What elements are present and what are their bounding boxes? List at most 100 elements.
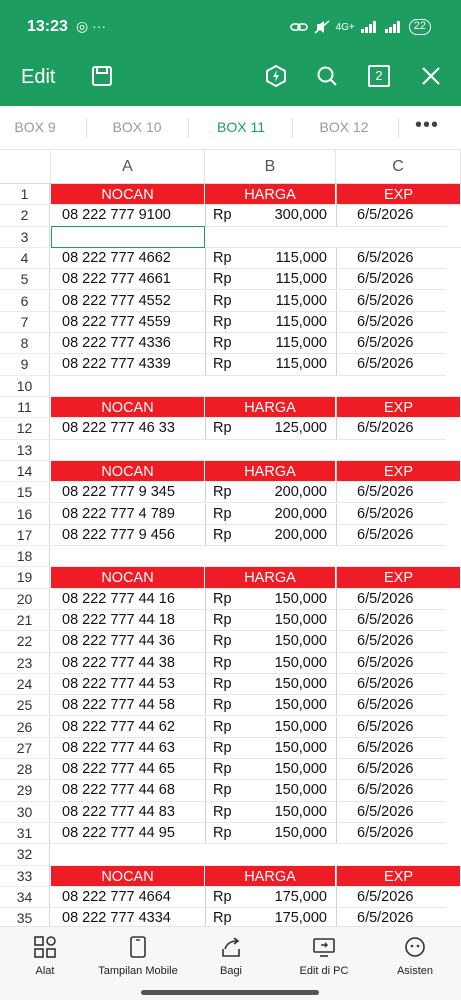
currency-cell[interactable]: Rp xyxy=(205,737,265,760)
assistant-button[interactable]: Asisten xyxy=(370,935,460,977)
currency-cell[interactable]: Rp xyxy=(205,482,265,504)
currency-cell[interactable]: Rp xyxy=(205,205,265,227)
currency-cell[interactable]: Rp xyxy=(205,503,265,525)
expiry-cell[interactable]: 6/5/2026 xyxy=(336,801,446,823)
number-cell[interactable]: 08 222 777 44 83 xyxy=(51,802,205,823)
expiry-cell[interactable]: 6/5/2026 xyxy=(336,354,446,376)
nocan-header-cell[interactable]: NOCAN xyxy=(51,567,205,589)
share-button[interactable]: Bagi xyxy=(186,935,276,977)
row-number[interactable]: 17 xyxy=(0,524,50,547)
currency-cell[interactable]: Rp xyxy=(205,631,265,653)
close-icon[interactable] xyxy=(417,62,445,90)
number-cell[interactable]: 08 222 777 44 95 xyxy=(51,823,205,845)
currency-cell[interactable]: Rp xyxy=(205,695,265,717)
nocan-header-cell[interactable]: NOCAN xyxy=(51,397,205,419)
exp-header-cell[interactable]: EXP xyxy=(336,865,461,887)
currency-cell[interactable]: Rp xyxy=(205,311,265,334)
nocan-header-cell[interactable]: NOCAN xyxy=(51,865,205,887)
row-number[interactable]: 10 xyxy=(0,375,50,397)
row-number[interactable]: 7 xyxy=(0,311,50,334)
harga-header-cell[interactable]: HARGA xyxy=(205,865,336,887)
expiry-cell[interactable]: 6/5/2026 xyxy=(336,269,446,291)
expiry-cell[interactable]: 6/5/2026 xyxy=(336,205,446,227)
expiry-cell[interactable]: 6/5/2026 xyxy=(336,652,446,674)
edit-button[interactable]: Edit xyxy=(21,66,55,89)
currency-cell[interactable]: Rp xyxy=(205,759,265,781)
expiry-cell[interactable]: 6/5/2026 xyxy=(336,823,446,845)
currency-cell[interactable]: Rp xyxy=(205,673,265,696)
row-number[interactable]: 22 xyxy=(0,631,50,653)
number-cell[interactable]: 08 222 777 4552 xyxy=(51,291,205,312)
expiry-cell[interactable]: 6/5/2026 xyxy=(336,418,446,440)
currency-cell[interactable]: Rp xyxy=(205,290,265,312)
number-cell[interactable]: 08 222 777 4661 xyxy=(51,269,205,291)
currency-cell[interactable]: Rp xyxy=(205,269,265,291)
row-number[interactable]: 16 xyxy=(0,503,50,525)
expiry-cell[interactable]: 6/5/2026 xyxy=(336,780,446,802)
expiry-cell[interactable]: 6/5/2026 xyxy=(336,610,446,632)
currency-cell[interactable]: Rp xyxy=(205,908,265,926)
row-number[interactable]: 1 xyxy=(0,184,50,206)
row-number[interactable]: 14 xyxy=(0,460,50,483)
row-number[interactable]: 24 xyxy=(0,673,50,696)
number-cell[interactable]: 08 222 777 44 68 xyxy=(51,780,205,802)
number-cell[interactable]: 08 222 777 44 58 xyxy=(51,695,205,717)
number-cell[interactable]: 08 222 777 44 36 xyxy=(51,631,205,653)
currency-cell[interactable]: Rp xyxy=(205,652,265,674)
expiry-cell[interactable]: 6/5/2026 xyxy=(336,588,446,610)
tools-button[interactable]: Alat xyxy=(0,935,90,977)
empty-cell[interactable] xyxy=(51,844,461,866)
empty-cell[interactable] xyxy=(51,376,461,397)
exp-header-cell[interactable]: EXP xyxy=(336,397,461,419)
expiry-cell[interactable]: 6/5/2026 xyxy=(336,886,446,909)
tab-box-12[interactable]: BOX 12 xyxy=(299,119,389,135)
smart-tools-icon[interactable] xyxy=(262,62,290,90)
tab-box-11[interactable]: BOX 11 xyxy=(196,119,286,135)
row-number[interactable]: 4 xyxy=(0,247,50,270)
exp-header-cell[interactable]: EXP xyxy=(336,460,461,483)
row-number[interactable]: 8 xyxy=(0,333,50,355)
tabs-count-button[interactable]: 2 xyxy=(365,62,393,90)
number-cell[interactable]: 08 222 777 4339 xyxy=(51,354,205,376)
number-cell[interactable]: 08 222 777 44 38 xyxy=(51,653,205,674)
home-indicator[interactable] xyxy=(141,990,319,995)
number-cell[interactable]: 08 222 777 9 345 xyxy=(51,482,205,504)
currency-cell[interactable]: Rp xyxy=(205,247,265,270)
row-number[interactable]: 21 xyxy=(0,610,50,632)
row-number[interactable]: 34 xyxy=(0,886,50,909)
number-cell[interactable]: 08 222 777 9100 xyxy=(51,205,205,227)
row-number[interactable]: 15 xyxy=(0,482,50,504)
row-number[interactable]: 29 xyxy=(0,780,50,802)
nocan-header-cell[interactable]: NOCAN xyxy=(51,184,205,206)
row-number[interactable]: 30 xyxy=(0,801,50,823)
row-number[interactable]: 6 xyxy=(0,290,50,312)
number-cell[interactable]: 08 222 777 44 63 xyxy=(51,738,205,760)
row-number[interactable]: 3 xyxy=(0,226,50,248)
expiry-cell[interactable]: 6/5/2026 xyxy=(336,631,446,653)
number-cell[interactable]: 08 222 777 4664 xyxy=(51,887,205,909)
number-cell[interactable]: 08 222 777 44 16 xyxy=(51,589,205,610)
row-number[interactable]: 25 xyxy=(0,695,50,717)
currency-cell[interactable]: Rp xyxy=(205,354,265,376)
number-cell[interactable]: 08 222 777 44 53 xyxy=(51,674,205,696)
number-cell[interactable]: 08 222 777 9 456 xyxy=(51,525,205,547)
number-cell[interactable]: 08 222 777 46 33 xyxy=(51,418,205,440)
currency-cell[interactable]: Rp xyxy=(205,780,265,802)
currency-cell[interactable]: Rp xyxy=(205,610,265,632)
expiry-cell[interactable]: 6/5/2026 xyxy=(336,716,446,738)
row-number[interactable]: 13 xyxy=(0,439,50,461)
currency-cell[interactable]: Rp xyxy=(205,333,265,355)
row-number[interactable]: 27 xyxy=(0,737,50,760)
empty-cell[interactable] xyxy=(51,440,461,461)
search-icon[interactable] xyxy=(313,62,341,90)
number-cell[interactable]: 08 222 777 4 789 xyxy=(51,504,205,525)
number-cell[interactable]: 08 222 777 4334 xyxy=(51,908,205,926)
mobile-view-button[interactable]: Tampilan Mobile xyxy=(93,935,183,977)
currency-cell[interactable]: Rp xyxy=(205,588,265,610)
tab-box-9[interactable]: BOX 9 xyxy=(0,119,80,135)
currency-cell[interactable]: Rp xyxy=(205,886,265,909)
expiry-cell[interactable]: 6/5/2026 xyxy=(336,673,446,696)
harga-header-cell[interactable]: HARGA xyxy=(205,567,336,589)
row-number[interactable]: 2 xyxy=(0,205,50,227)
currency-cell[interactable]: Rp xyxy=(205,716,265,738)
